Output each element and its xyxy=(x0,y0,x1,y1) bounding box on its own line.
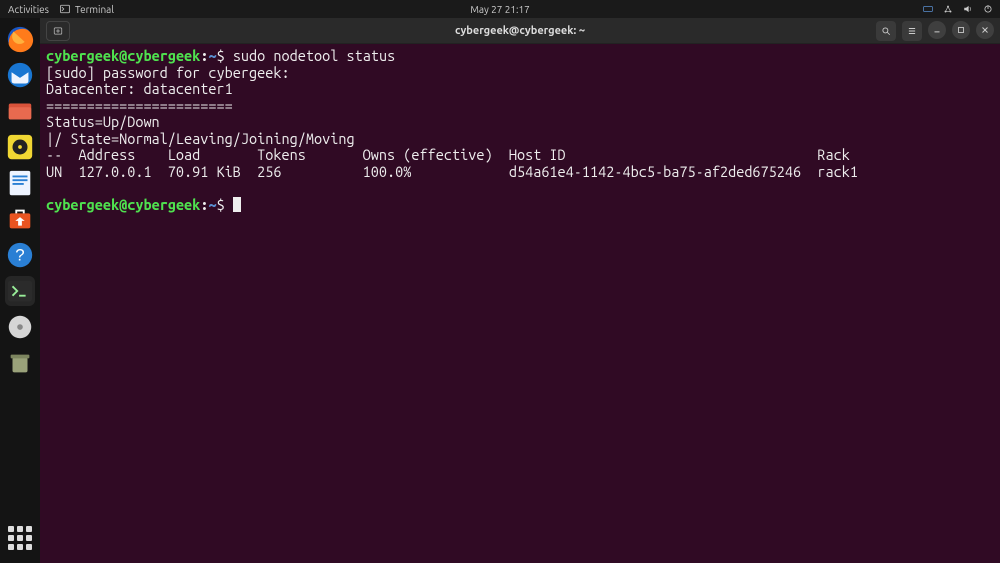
prompt-symbol: $ xyxy=(217,196,225,213)
new-tab-icon xyxy=(53,26,63,36)
power-icon xyxy=(982,3,994,15)
close-icon xyxy=(980,25,990,35)
output-header: -- Address Load Tokens Owns (effective) … xyxy=(46,146,850,163)
menu-button[interactable] xyxy=(902,21,922,41)
volume-icon xyxy=(962,3,974,15)
dock-terminal[interactable] xyxy=(5,276,35,306)
maximize-icon xyxy=(956,25,966,35)
command-line: sudo nodetool status xyxy=(233,47,395,64)
gnome-top-panel: Activities Terminal May 27 21:17 xyxy=(0,0,1000,18)
output-line: [sudo] password for cybergeek: xyxy=(46,64,290,81)
hamburger-icon xyxy=(907,26,917,36)
prompt-path: ~ xyxy=(208,196,216,213)
keyboard-layout-icon xyxy=(922,3,934,15)
active-app-label: Terminal xyxy=(75,4,114,15)
dock-files[interactable] xyxy=(5,96,35,126)
search-button[interactable] xyxy=(876,21,896,41)
prompt-symbol: $ xyxy=(217,47,225,64)
window-title: cybergeek@cybergeek: ~ xyxy=(455,25,585,37)
close-button[interactable] xyxy=(976,21,994,39)
output-line: Datacenter: datacenter1 xyxy=(46,80,233,97)
prompt-user: cybergeek xyxy=(46,196,119,213)
maximize-button[interactable] xyxy=(952,21,970,39)
dock-disk[interactable] xyxy=(5,312,35,342)
clock[interactable]: May 27 21:17 xyxy=(470,4,530,15)
activities-button[interactable]: Activities xyxy=(8,4,49,15)
terminal-content[interactable]: cybergeek@cybergeek:~$ sudo nodetool sta… xyxy=(40,44,1000,563)
output-line: ======================= xyxy=(46,97,233,114)
minimize-icon xyxy=(932,25,942,35)
dock-help[interactable]: ? xyxy=(5,240,35,270)
dock-firefox[interactable] xyxy=(5,24,35,54)
dock-software[interactable] xyxy=(5,204,35,234)
active-app-indicator[interactable]: Terminal xyxy=(59,3,114,15)
dock: ? xyxy=(0,18,40,563)
titlebar: cybergeek@cybergeek: ~ xyxy=(40,18,1000,44)
network-icon xyxy=(942,3,954,15)
minimize-button[interactable] xyxy=(928,21,946,39)
dock-trash[interactable] xyxy=(5,348,35,378)
prompt-host: cybergeek xyxy=(127,196,200,213)
search-icon xyxy=(881,26,891,36)
dock-libreoffice-writer[interactable] xyxy=(5,168,35,198)
svg-text:?: ? xyxy=(15,246,24,265)
output-row: UN 127.0.0.1 70.91 KiB 256 100.0% d54a61… xyxy=(46,163,858,180)
output-line: Status=Up/Down xyxy=(46,113,160,130)
show-applications-button[interactable] xyxy=(5,523,35,553)
new-tab-button[interactable] xyxy=(46,21,70,41)
dock-rhythmbox[interactable] xyxy=(5,132,35,162)
prompt-user: cybergeek xyxy=(46,47,119,64)
dock-thunderbird[interactable] xyxy=(5,60,35,90)
prompt-path: ~ xyxy=(208,47,216,64)
output-line: |/ State=Normal/Leaving/Joining/Moving xyxy=(46,130,355,147)
cursor xyxy=(233,197,241,212)
terminal-icon xyxy=(59,3,71,15)
prompt-host: cybergeek xyxy=(127,47,200,64)
system-status-area[interactable] xyxy=(922,3,994,15)
terminal-window: cybergeek@cybergeek: ~ cybergeek@cyberge… xyxy=(40,18,1000,563)
